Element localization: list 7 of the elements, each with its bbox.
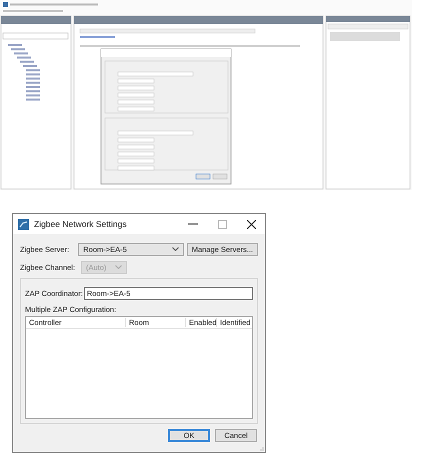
chevron-down-icon: [115, 265, 122, 269]
chevron-down-icon: [172, 247, 179, 251]
dialog-title: Zigbee Network Settings: [34, 219, 127, 229]
close-icon[interactable]: [247, 220, 256, 228]
app-icon: [18, 218, 29, 230]
resize-grip-icon[interactable]: [259, 446, 264, 451]
minimize-icon[interactable]: [188, 223, 198, 225]
